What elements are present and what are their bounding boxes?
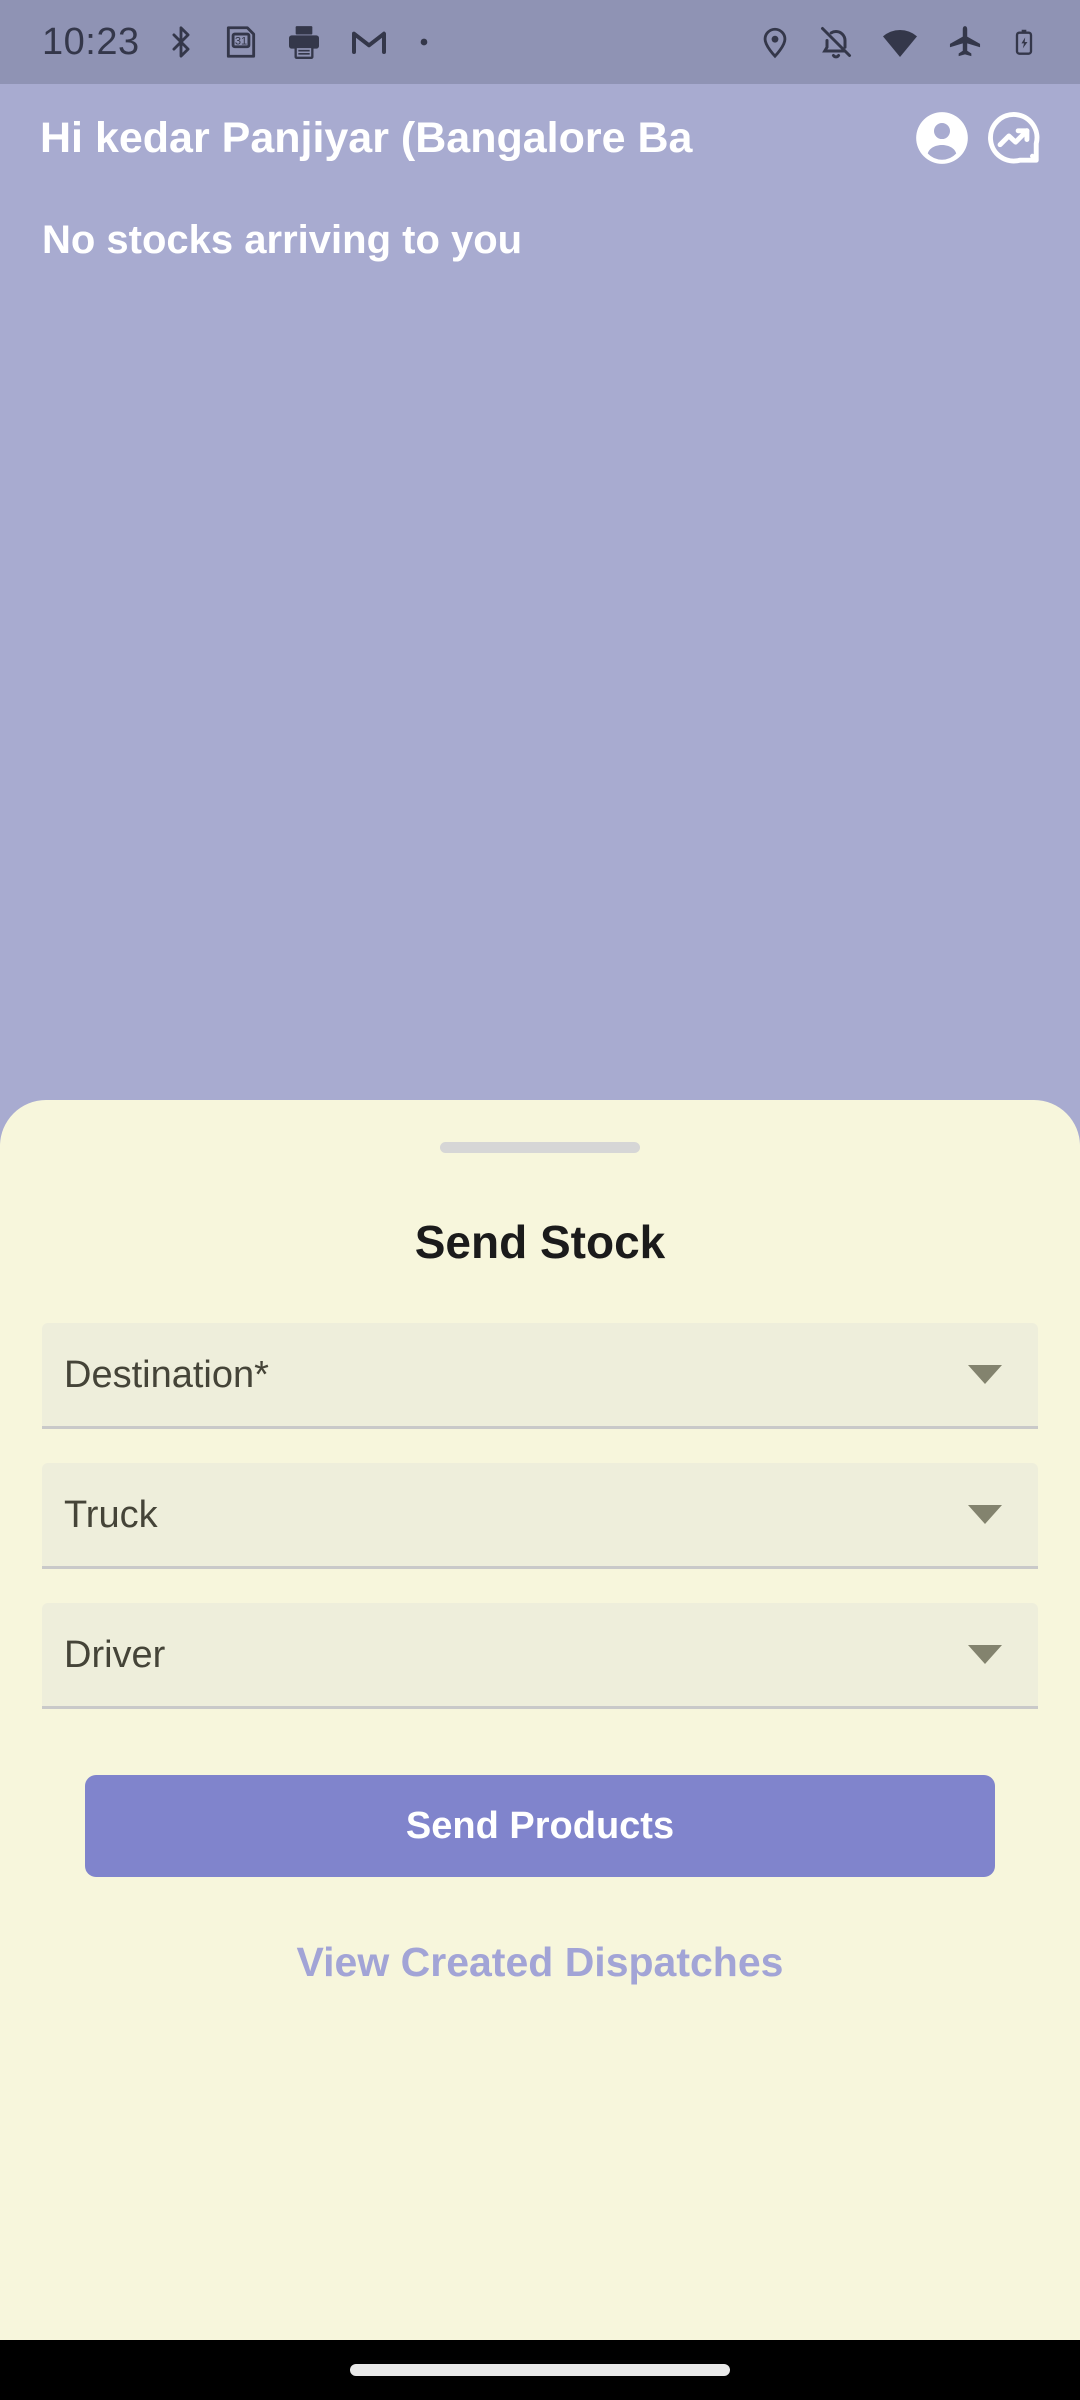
app-header: Hi kedar Panjiyar (Bangalore Ba (0, 84, 1080, 192)
calendar-icon: 31 (222, 22, 260, 62)
monitoring-trend-icon[interactable] (978, 102, 1050, 174)
send-stock-form: Destination* Truck Driver (0, 1323, 1080, 1709)
bluetooth-icon (164, 22, 198, 62)
status-bar: 10:23 31 (0, 0, 1080, 84)
location-pin-icon (758, 22, 792, 62)
dot-icon (414, 22, 434, 62)
status-bar-right-group (758, 22, 1038, 62)
title-truncation-fade (768, 103, 888, 173)
svg-text:31: 31 (234, 36, 246, 48)
send-stock-bottom-sheet: Send Stock Destination* Truck Driver Sen… (0, 1100, 1080, 2340)
empty-state-message: No stocks arriving to you (42, 218, 523, 262)
account-circle-icon[interactable] (906, 102, 978, 174)
truck-label: Truck (64, 1493, 158, 1536)
page-title: Hi kedar Panjiyar (Bangalore Ba (40, 114, 693, 162)
destination-dropdown[interactable]: Destination* (42, 1323, 1038, 1429)
status-bar-clock: 10:23 (42, 20, 140, 63)
chevron-down-icon (968, 1365, 1002, 1384)
home-gesture-pill[interactable] (350, 2364, 730, 2376)
send-products-button[interactable]: Send Products (85, 1775, 995, 1877)
printer-icon (284, 22, 324, 62)
battery-charging-icon (1010, 22, 1038, 62)
header-title-container: Hi kedar Panjiyar (Bangalore Ba (40, 103, 888, 173)
driver-label: Driver (64, 1633, 166, 1676)
secondary-action-container: View Created Dispatches (0, 1939, 1080, 1986)
view-created-dispatches-link[interactable]: View Created Dispatches (297, 1939, 784, 1985)
status-bar-left-group: 10:23 31 (42, 21, 434, 64)
airplane-mode-icon (946, 22, 984, 62)
sheet-drag-handle[interactable] (440, 1142, 640, 1153)
empty-state-section: No stocks arriving to you (0, 192, 1080, 263)
wifi-icon (880, 22, 920, 62)
driver-dropdown[interactable]: Driver (42, 1603, 1038, 1709)
notifications-off-icon (818, 22, 854, 62)
app-screen: 10:23 31 Hi kedar Panjiyar (Bangalore Ba… (0, 0, 1080, 2400)
system-navigation-bar (0, 2340, 1080, 2400)
gmail-icon (348, 22, 390, 62)
chevron-down-icon (968, 1505, 1002, 1524)
destination-label: Destination* (64, 1353, 269, 1396)
chevron-down-icon (968, 1645, 1002, 1664)
primary-action-container: Send Products (0, 1775, 1080, 1877)
truck-dropdown[interactable]: Truck (42, 1463, 1038, 1569)
sheet-title: Send Stock (414, 1216, 666, 1268)
